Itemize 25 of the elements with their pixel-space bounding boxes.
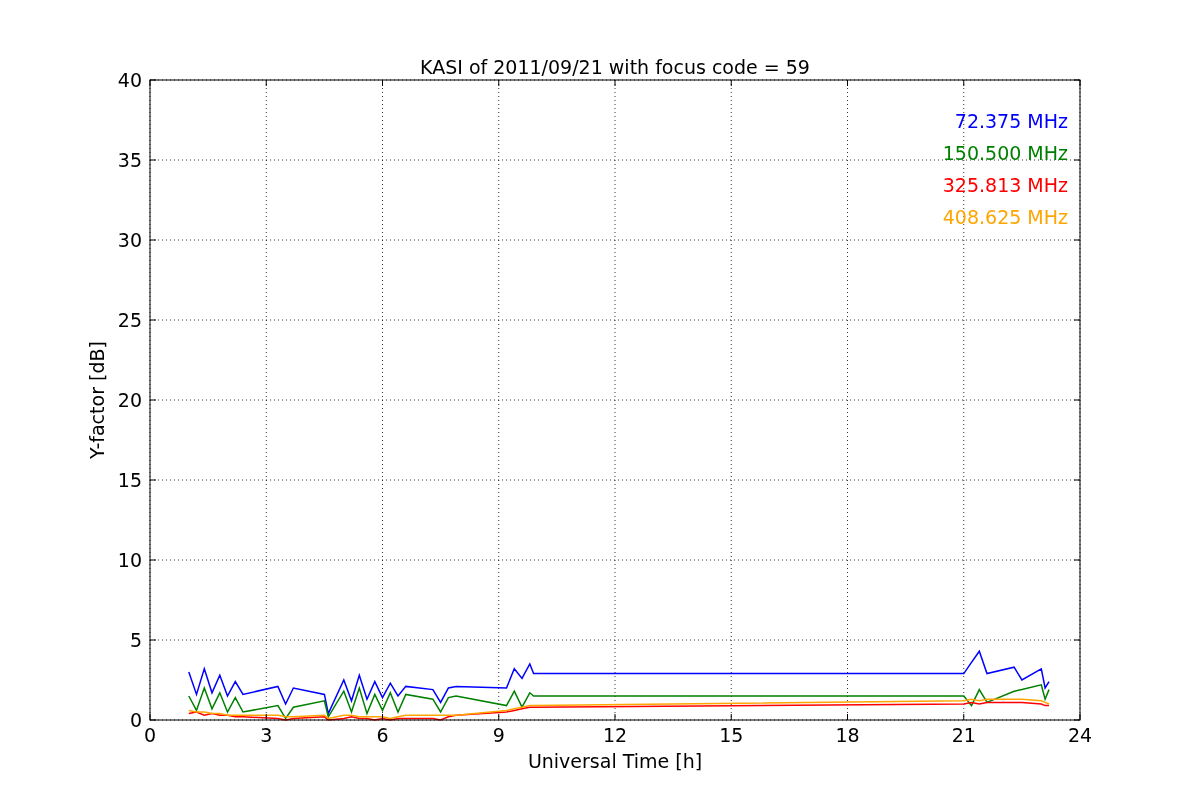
axis-label: Y-factor [dB] <box>86 341 108 459</box>
tick-label: 6 <box>376 724 389 746</box>
tick-label: 15 <box>117 469 142 491</box>
tick-label: 0 <box>129 709 142 731</box>
tick-label: 21 <box>951 724 976 746</box>
tick-label: 0 <box>143 724 157 746</box>
axis-label: Universal Time [h] <box>527 750 703 772</box>
tick-label: 35 <box>117 149 142 171</box>
tick-label: 20 <box>117 389 142 411</box>
chart-title: KASI of 2011/09/21 with focus code = 59 <box>420 56 810 78</box>
tick-label: 25 <box>117 309 142 331</box>
tick-label: 15 <box>719 724 744 746</box>
tick-label: 40 <box>117 69 142 91</box>
tick-label: 12 <box>602 724 628 746</box>
legend-label: 72.375 MHz <box>954 110 1068 132</box>
legend-label: 150.500 MHz <box>942 142 1068 164</box>
tick-label: 3 <box>260 724 273 746</box>
tick-label: 18 <box>835 724 860 746</box>
tick-label: 30 <box>117 229 142 251</box>
legend-label: 325.813 MHz <box>942 174 1068 196</box>
tick-label: 9 <box>492 724 505 746</box>
tick-label: 24 <box>1067 724 1093 746</box>
tick-label: 10 <box>117 549 142 571</box>
legend-label: 408.625 MHz <box>942 206 1068 228</box>
tick-label: 5 <box>129 629 142 651</box>
